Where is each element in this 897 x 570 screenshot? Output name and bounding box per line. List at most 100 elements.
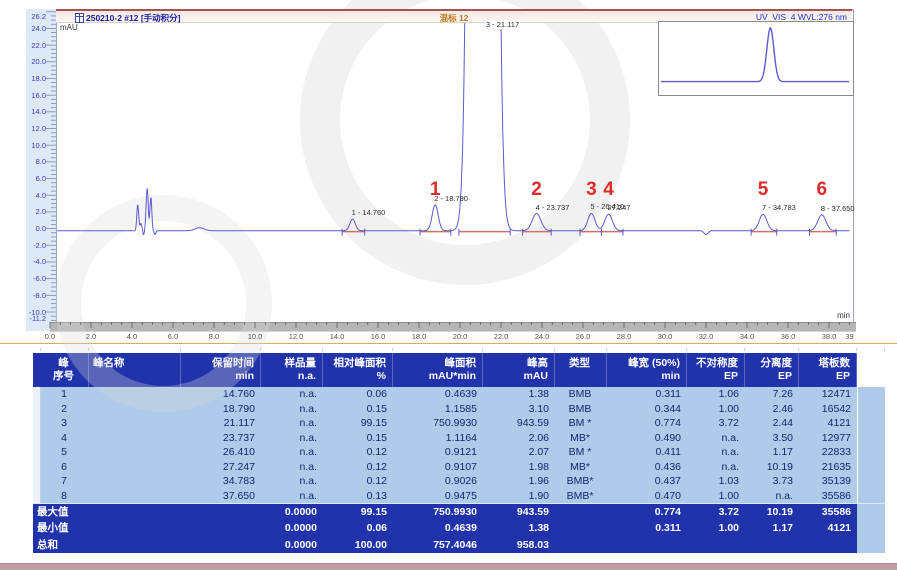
table-cell[interactable] bbox=[89, 489, 181, 504]
table-cell-extra[interactable] bbox=[857, 416, 885, 431]
table-cell[interactable]: 3.72 bbox=[687, 416, 745, 431]
row-gutter[interactable] bbox=[33, 416, 41, 431]
table-cell[interactable]: BM * bbox=[555, 445, 607, 460]
table-cell[interactable]: n.a. bbox=[687, 460, 745, 475]
table-cell[interactable]: 2.44 bbox=[745, 416, 799, 431]
row-gutter[interactable] bbox=[33, 402, 41, 417]
table-cell-extra[interactable] bbox=[857, 460, 885, 475]
table-cell[interactable]: 26.410 bbox=[181, 445, 261, 460]
table-cell[interactable]: 0.9107 bbox=[393, 460, 483, 475]
table-cell[interactable]: 0.15 bbox=[323, 402, 393, 417]
table-cell[interactable]: 0.470 bbox=[607, 489, 687, 504]
table-cell[interactable]: 0.9475 bbox=[393, 489, 483, 504]
table-cell[interactable] bbox=[89, 416, 181, 431]
table-cell[interactable]: 21.117 bbox=[181, 416, 261, 431]
table-cell[interactable]: BMB* bbox=[555, 489, 607, 504]
table-cell[interactable]: 1.06 bbox=[687, 387, 745, 402]
table-cell-extra[interactable] bbox=[857, 387, 885, 402]
chromatogram-panel[interactable]: 250210-2 #12 [手动积分] 混标 12 UV_VIS_4 WVL:2… bbox=[0, 0, 897, 348]
table-cell[interactable]: 35586 bbox=[799, 489, 857, 504]
table-cell[interactable]: 1.00 bbox=[687, 489, 745, 504]
table-cell[interactable]: 0.12 bbox=[323, 474, 393, 489]
table-cell[interactable]: 0.12 bbox=[323, 445, 393, 460]
table-cell[interactable]: 1.98 bbox=[483, 460, 555, 475]
table-cell[interactable] bbox=[89, 445, 181, 460]
table-cell[interactable]: 8 bbox=[41, 489, 89, 504]
table-cell[interactable]: n.a. bbox=[261, 445, 323, 460]
table-cell[interactable]: 1.00 bbox=[687, 402, 745, 417]
table-cell[interactable]: 1.17 bbox=[745, 445, 799, 460]
table-cell[interactable]: 22833 bbox=[799, 445, 857, 460]
table-cell[interactable]: 12471 bbox=[799, 387, 857, 402]
table-cell[interactable]: 2.07 bbox=[483, 445, 555, 460]
table-cell[interactable]: 0.774 bbox=[607, 416, 687, 431]
table-cell[interactable]: 2 bbox=[41, 402, 89, 417]
table-cell-extra[interactable] bbox=[857, 402, 885, 417]
table-cell[interactable]: 3 bbox=[41, 416, 89, 431]
table-cell[interactable]: 10.19 bbox=[745, 460, 799, 475]
table-cell[interactable]: 4 bbox=[41, 431, 89, 446]
table-cell[interactable]: 2.06 bbox=[483, 431, 555, 446]
table-cell[interactable]: n.a. bbox=[261, 489, 323, 504]
table-cell[interactable] bbox=[89, 460, 181, 475]
table-cell[interactable]: n.a. bbox=[745, 489, 799, 504]
table-cell[interactable]: BMB bbox=[555, 402, 607, 417]
table-cell[interactable] bbox=[89, 431, 181, 446]
table-cell[interactable]: 0.9026 bbox=[393, 474, 483, 489]
table-cell[interactable]: 0.13 bbox=[323, 489, 393, 504]
table-cell[interactable]: 16542 bbox=[799, 402, 857, 417]
table-cell[interactable]: 0.311 bbox=[607, 387, 687, 402]
table-cell[interactable]: 1.38 bbox=[483, 387, 555, 402]
table-cell-extra[interactable] bbox=[857, 431, 885, 446]
table-cell[interactable]: 0.411 bbox=[607, 445, 687, 460]
table-cell[interactable]: 12977 bbox=[799, 431, 857, 446]
table-cell[interactable]: 7 bbox=[41, 474, 89, 489]
table-cell[interactable]: n.a. bbox=[261, 416, 323, 431]
table-cell[interactable]: MB* bbox=[555, 460, 607, 475]
table-cell[interactable]: n.a. bbox=[687, 445, 745, 460]
table-cell[interactable]: 0.9121 bbox=[393, 445, 483, 460]
table-cell[interactable]: BMB bbox=[555, 387, 607, 402]
table-cell[interactable]: BM * bbox=[555, 416, 607, 431]
row-gutter[interactable] bbox=[33, 489, 41, 504]
table-cell[interactable]: 0.4639 bbox=[393, 387, 483, 402]
table-cell[interactable]: 23.737 bbox=[181, 431, 261, 446]
table-cell[interactable] bbox=[89, 474, 181, 489]
table-cell-extra[interactable] bbox=[857, 474, 885, 489]
table-cell[interactable]: 0.344 bbox=[607, 402, 687, 417]
table-cell-extra[interactable] bbox=[857, 445, 885, 460]
table-cell[interactable]: 27.247 bbox=[181, 460, 261, 475]
table-cell[interactable]: 0.437 bbox=[607, 474, 687, 489]
table-cell[interactable]: n.a. bbox=[261, 387, 323, 402]
table-cell-extra[interactable] bbox=[857, 489, 885, 504]
table-cell[interactable]: n.a. bbox=[261, 402, 323, 417]
table-cell[interactable]: 5 bbox=[41, 445, 89, 460]
table-cell[interactable]: n.a. bbox=[261, 431, 323, 446]
table-cell[interactable]: 1.03 bbox=[687, 474, 745, 489]
table-cell[interactable]: 3.73 bbox=[745, 474, 799, 489]
table-cell[interactable]: BMB* bbox=[555, 474, 607, 489]
row-gutter[interactable] bbox=[33, 474, 41, 489]
table-cell[interactable]: 1.1585 bbox=[393, 402, 483, 417]
table-cell[interactable]: 99.15 bbox=[323, 416, 393, 431]
table-cell[interactable]: 0.12 bbox=[323, 460, 393, 475]
table-cell[interactable]: 2.46 bbox=[745, 402, 799, 417]
table-cell[interactable]: 35139 bbox=[799, 474, 857, 489]
table-cell[interactable]: 1.1164 bbox=[393, 431, 483, 446]
table-cell[interactable]: 1 bbox=[41, 387, 89, 402]
table-cell[interactable]: 37.650 bbox=[181, 489, 261, 504]
table-cell[interactable]: 0.436 bbox=[607, 460, 687, 475]
table-cell[interactable]: n.a. bbox=[261, 460, 323, 475]
table-cell[interactable]: 3.50 bbox=[745, 431, 799, 446]
table-cell[interactable]: 1.96 bbox=[483, 474, 555, 489]
table-cell[interactable]: 34.783 bbox=[181, 474, 261, 489]
table-cell[interactable]: 21635 bbox=[799, 460, 857, 475]
table-cell[interactable]: 4121 bbox=[799, 416, 857, 431]
table-cell[interactable]: 750.9930 bbox=[393, 416, 483, 431]
table-cell[interactable]: 1.90 bbox=[483, 489, 555, 504]
row-gutter[interactable] bbox=[33, 431, 41, 446]
table-cell[interactable]: n.a. bbox=[687, 431, 745, 446]
row-gutter[interactable] bbox=[33, 460, 41, 475]
overview-inset[interactable] bbox=[658, 21, 854, 96]
row-gutter[interactable] bbox=[33, 387, 41, 402]
